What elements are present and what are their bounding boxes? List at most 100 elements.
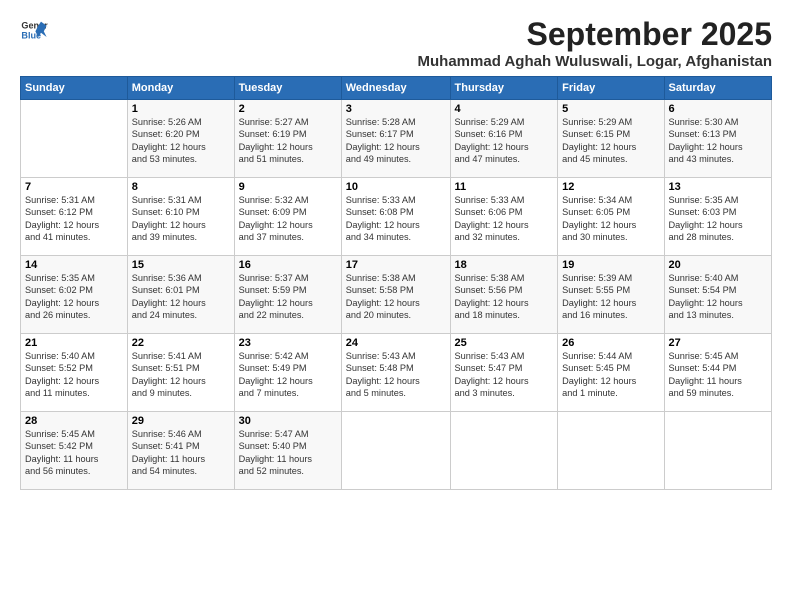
day-info: Sunrise: 5:45 AM Sunset: 5:44 PM Dayligh…: [669, 350, 768, 400]
day-number: 24: [346, 337, 446, 349]
day-info: Sunrise: 5:34 AM Sunset: 6:05 PM Dayligh…: [562, 194, 659, 244]
day-info: Sunrise: 5:28 AM Sunset: 6:17 PM Dayligh…: [346, 116, 446, 166]
day-number: 27: [669, 337, 768, 349]
day-number: 14: [25, 259, 123, 271]
day-number: 29: [132, 415, 230, 427]
calendar-week-1: 1Sunrise: 5:26 AM Sunset: 6:20 PM Daylig…: [21, 100, 772, 178]
calendar-header: SundayMondayTuesdayWednesdayThursdayFrid…: [21, 77, 772, 100]
calendar-cell: 7Sunrise: 5:31 AM Sunset: 6:12 PM Daylig…: [21, 178, 128, 256]
day-number: 8: [132, 181, 230, 193]
day-number: 12: [562, 181, 659, 193]
header-day-friday: Friday: [558, 77, 664, 100]
day-info: Sunrise: 5:47 AM Sunset: 5:40 PM Dayligh…: [239, 428, 337, 478]
day-number: 3: [346, 103, 446, 115]
day-number: 17: [346, 259, 446, 271]
calendar-cell: 20Sunrise: 5:40 AM Sunset: 5:54 PM Dayli…: [664, 256, 772, 334]
day-number: 10: [346, 181, 446, 193]
day-info: Sunrise: 5:29 AM Sunset: 6:16 PM Dayligh…: [455, 116, 554, 166]
day-info: Sunrise: 5:40 AM Sunset: 5:54 PM Dayligh…: [669, 272, 768, 322]
calendar-cell: 30Sunrise: 5:47 AM Sunset: 5:40 PM Dayli…: [234, 412, 341, 490]
day-info: Sunrise: 5:36 AM Sunset: 6:01 PM Dayligh…: [132, 272, 230, 322]
day-number: 28: [25, 415, 123, 427]
calendar-cell: 13Sunrise: 5:35 AM Sunset: 6:03 PM Dayli…: [664, 178, 772, 256]
header-day-tuesday: Tuesday: [234, 77, 341, 100]
calendar-cell: 26Sunrise: 5:44 AM Sunset: 5:45 PM Dayli…: [558, 334, 664, 412]
header-day-saturday: Saturday: [664, 77, 772, 100]
calendar-cell: 1Sunrise: 5:26 AM Sunset: 6:20 PM Daylig…: [127, 100, 234, 178]
calendar-cell: [450, 412, 558, 490]
day-info: Sunrise: 5:38 AM Sunset: 5:58 PM Dayligh…: [346, 272, 446, 322]
day-info: Sunrise: 5:38 AM Sunset: 5:56 PM Dayligh…: [455, 272, 554, 322]
day-number: 20: [669, 259, 768, 271]
calendar-cell: 23Sunrise: 5:42 AM Sunset: 5:49 PM Dayli…: [234, 334, 341, 412]
calendar-cell: 29Sunrise: 5:46 AM Sunset: 5:41 PM Dayli…: [127, 412, 234, 490]
header-day-wednesday: Wednesday: [341, 77, 450, 100]
day-number: 30: [239, 415, 337, 427]
calendar-week-4: 21Sunrise: 5:40 AM Sunset: 5:52 PM Dayli…: [21, 334, 772, 412]
day-number: 5: [562, 103, 659, 115]
day-info: Sunrise: 5:35 AM Sunset: 6:03 PM Dayligh…: [669, 194, 768, 244]
day-number: 26: [562, 337, 659, 349]
calendar-week-5: 28Sunrise: 5:45 AM Sunset: 5:42 PM Dayli…: [21, 412, 772, 490]
calendar-cell: 14Sunrise: 5:35 AM Sunset: 6:02 PM Dayli…: [21, 256, 128, 334]
day-number: 4: [455, 103, 554, 115]
page-title: September 2025: [418, 16, 772, 53]
day-number: 2: [239, 103, 337, 115]
header-day-sunday: Sunday: [21, 77, 128, 100]
page-subtitle: Muhammad Aghah Wuluswali, Logar, Afghani…: [418, 53, 772, 70]
day-info: Sunrise: 5:37 AM Sunset: 5:59 PM Dayligh…: [239, 272, 337, 322]
day-number: 15: [132, 259, 230, 271]
day-number: 6: [669, 103, 768, 115]
day-number: 11: [455, 181, 554, 193]
calendar-cell: 27Sunrise: 5:45 AM Sunset: 5:44 PM Dayli…: [664, 334, 772, 412]
calendar-cell: 5Sunrise: 5:29 AM Sunset: 6:15 PM Daylig…: [558, 100, 664, 178]
day-number: 23: [239, 337, 337, 349]
day-info: Sunrise: 5:43 AM Sunset: 5:48 PM Dayligh…: [346, 350, 446, 400]
calendar-cell: 11Sunrise: 5:33 AM Sunset: 6:06 PM Dayli…: [450, 178, 558, 256]
calendar-cell: [341, 412, 450, 490]
day-info: Sunrise: 5:33 AM Sunset: 6:08 PM Dayligh…: [346, 194, 446, 244]
calendar-cell: [21, 100, 128, 178]
day-number: 16: [239, 259, 337, 271]
calendar-cell: 4Sunrise: 5:29 AM Sunset: 6:16 PM Daylig…: [450, 100, 558, 178]
day-info: Sunrise: 5:39 AM Sunset: 5:55 PM Dayligh…: [562, 272, 659, 322]
calendar-cell: [558, 412, 664, 490]
calendar-cell: 9Sunrise: 5:32 AM Sunset: 6:09 PM Daylig…: [234, 178, 341, 256]
day-info: Sunrise: 5:41 AM Sunset: 5:51 PM Dayligh…: [132, 350, 230, 400]
general-blue-logo: General Blue: [20, 16, 48, 44]
day-info: Sunrise: 5:43 AM Sunset: 5:47 PM Dayligh…: [455, 350, 554, 400]
day-info: Sunrise: 5:27 AM Sunset: 6:19 PM Dayligh…: [239, 116, 337, 166]
calendar-cell: 12Sunrise: 5:34 AM Sunset: 6:05 PM Dayli…: [558, 178, 664, 256]
header-day-thursday: Thursday: [450, 77, 558, 100]
calendar-cell: [664, 412, 772, 490]
calendar-cell: 28Sunrise: 5:45 AM Sunset: 5:42 PM Dayli…: [21, 412, 128, 490]
calendar-cell: 6Sunrise: 5:30 AM Sunset: 6:13 PM Daylig…: [664, 100, 772, 178]
day-number: 22: [132, 337, 230, 349]
header-day-monday: Monday: [127, 77, 234, 100]
day-number: 25: [455, 337, 554, 349]
day-number: 21: [25, 337, 123, 349]
calendar-cell: 3Sunrise: 5:28 AM Sunset: 6:17 PM Daylig…: [341, 100, 450, 178]
day-number: 19: [562, 259, 659, 271]
calendar-cell: 8Sunrise: 5:31 AM Sunset: 6:10 PM Daylig…: [127, 178, 234, 256]
day-number: 13: [669, 181, 768, 193]
calendar-cell: 16Sunrise: 5:37 AM Sunset: 5:59 PM Dayli…: [234, 256, 341, 334]
calendar-cell: 17Sunrise: 5:38 AM Sunset: 5:58 PM Dayli…: [341, 256, 450, 334]
calendar-week-3: 14Sunrise: 5:35 AM Sunset: 6:02 PM Dayli…: [21, 256, 772, 334]
calendar-cell: 19Sunrise: 5:39 AM Sunset: 5:55 PM Dayli…: [558, 256, 664, 334]
day-number: 1: [132, 103, 230, 115]
day-info: Sunrise: 5:33 AM Sunset: 6:06 PM Dayligh…: [455, 194, 554, 244]
calendar-cell: 2Sunrise: 5:27 AM Sunset: 6:19 PM Daylig…: [234, 100, 341, 178]
calendar-cell: 18Sunrise: 5:38 AM Sunset: 5:56 PM Dayli…: [450, 256, 558, 334]
calendar-cell: 22Sunrise: 5:41 AM Sunset: 5:51 PM Dayli…: [127, 334, 234, 412]
day-info: Sunrise: 5:29 AM Sunset: 6:15 PM Dayligh…: [562, 116, 659, 166]
day-info: Sunrise: 5:26 AM Sunset: 6:20 PM Dayligh…: [132, 116, 230, 166]
day-number: 18: [455, 259, 554, 271]
day-info: Sunrise: 5:44 AM Sunset: 5:45 PM Dayligh…: [562, 350, 659, 400]
day-info: Sunrise: 5:46 AM Sunset: 5:41 PM Dayligh…: [132, 428, 230, 478]
calendar-cell: 25Sunrise: 5:43 AM Sunset: 5:47 PM Dayli…: [450, 334, 558, 412]
calendar-cell: 10Sunrise: 5:33 AM Sunset: 6:08 PM Dayli…: [341, 178, 450, 256]
calendar-cell: 15Sunrise: 5:36 AM Sunset: 6:01 PM Dayli…: [127, 256, 234, 334]
calendar-cell: 24Sunrise: 5:43 AM Sunset: 5:48 PM Dayli…: [341, 334, 450, 412]
calendar-week-2: 7Sunrise: 5:31 AM Sunset: 6:12 PM Daylig…: [21, 178, 772, 256]
